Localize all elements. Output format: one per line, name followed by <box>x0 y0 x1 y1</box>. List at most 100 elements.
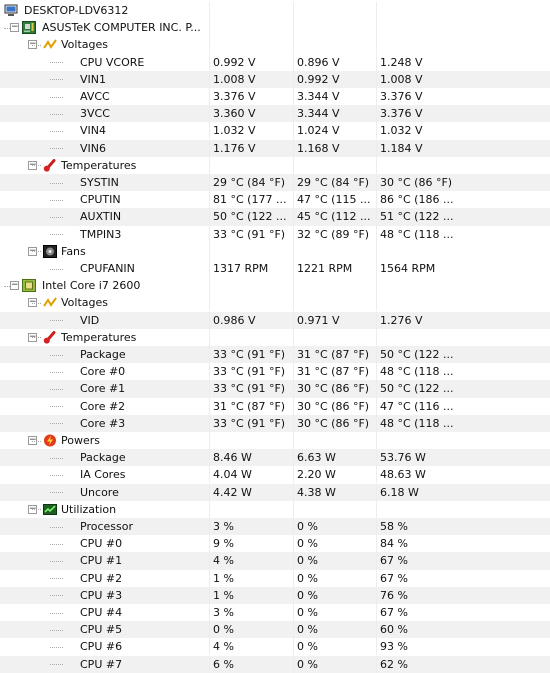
column-divider <box>209 432 210 449</box>
sensor-row[interactable]: CPU #5 0 % 0 % 60 % <box>0 621 550 639</box>
sensor-row[interactable]: CPU VCORE 0.992 V 0.896 V 1.248 V <box>0 53 550 71</box>
sensor-tree[interactable]: DESKTOP-LDV6312 − ASUSTeK COMPUTER INC. P.… <box>0 0 550 673</box>
sensor-row[interactable]: VID 0.986 V 0.971 V 1.276 V <box>0 311 550 329</box>
tree-node-device[interactable]: − Intel Core i7 2600 <box>0 277 550 295</box>
utilization-icon <box>43 503 57 516</box>
thermometer-icon <box>43 330 57 344</box>
column-divider <box>209 655 210 673</box>
column-divider <box>376 500 377 518</box>
computer-name-label: DESKTOP-LDV6312 <box>24 4 129 17</box>
tree-guide-line <box>32 251 41 253</box>
sensor-row[interactable]: IA Cores 4.04 W 2.20 W 48.63 W <box>0 466 550 484</box>
tree-node-sensor-group[interactable]: − Powers <box>0 432 550 449</box>
sensor-row[interactable]: 3VCC 3.360 V 3.344 V 3.376 V <box>0 105 550 123</box>
sensor-max: 30 °C (86 °F) <box>380 176 453 189</box>
sensor-row[interactable]: VIN1 1.008 V 0.992 V 1.008 V <box>0 70 550 88</box>
sensor-value: 1.032 V <box>213 124 256 138</box>
sensor-row[interactable]: CPU #7 6 % 0 % 62 % <box>0 655 550 673</box>
sensor-row[interactable]: CPU #1 4 % 0 % 67 % <box>0 552 550 570</box>
sensor-label: VIN1 <box>80 72 106 86</box>
sensor-min: 30 °C (86 °F) <box>297 416 370 430</box>
tree-node-sensor-group[interactable]: − Voltages <box>0 294 550 312</box>
collapse-toggle-icon[interactable]: − <box>10 23 19 33</box>
column-divider <box>209 328 210 346</box>
sensor-value: 1 % <box>213 571 234 585</box>
thermometer-icon <box>43 158 57 172</box>
sensor-value: 4 % <box>213 640 234 654</box>
tree-node-device[interactable]: − ASUSTeK COMPUTER INC. P... <box>0 19 550 37</box>
tree-guide-line <box>32 337 41 339</box>
power-icon <box>43 434 57 447</box>
sensor-label: CPU #3 <box>80 588 123 602</box>
column-divider <box>293 156 294 174</box>
sensor-label: Core #3 <box>80 416 126 430</box>
sensor-label: SYSTIN <box>80 176 119 189</box>
column-divider <box>376 328 377 346</box>
sensor-label: Package <box>80 451 126 465</box>
column-divider <box>209 208 210 226</box>
sensor-max: 67 % <box>380 571 408 585</box>
tree-node-computer[interactable]: DESKTOP-LDV6312 <box>0 2 550 19</box>
tree-node-sensor-group[interactable]: − Temperatures <box>0 328 550 346</box>
column-divider <box>209 346 210 363</box>
column-divider <box>209 586 210 604</box>
column-divider <box>376 242 377 260</box>
sensor-row[interactable]: CPU #6 4 % 0 % 93 % <box>0 638 550 656</box>
sensor-row[interactable]: Package 33 °C (91 °F) 31 °C (87 °F) 50 °C (… <box>0 346 550 364</box>
sensor-row[interactable]: Core #2 31 °C (87 °F) 30 °C (86 °F) 47 °C (… <box>0 397 550 415</box>
sensor-row[interactable]: VIN6 1.176 V 1.168 V 1.184 V <box>0 139 550 157</box>
column-divider <box>209 311 210 329</box>
tree-guide-line <box>50 320 63 322</box>
sensor-min: 0.896 V <box>297 55 340 69</box>
sensor-row[interactable]: CPU #4 3 % 0 % 67 % <box>0 604 550 621</box>
tree-node-sensor-group[interactable]: − Fans <box>0 242 550 260</box>
column-divider <box>209 397 210 415</box>
tree-node-sensor-group[interactable]: − Voltages <box>0 36 550 54</box>
sensor-row[interactable]: Core #1 33 °C (91 °F) 30 °C (86 °F) 50 °C (… <box>0 380 550 398</box>
column-divider <box>209 535 210 553</box>
sensor-max: 53.76 W <box>380 451 426 465</box>
voltage-icon <box>43 296 57 309</box>
sensor-row[interactable]: CPUFANIN 1317 RPM 1221 RPM 1564 RPM <box>0 260 550 277</box>
sensor-min: 30 °C (86 °F) <box>297 399 370 413</box>
sensor-row[interactable]: SYSTIN 29 °C (84 °F) 29 °C (84 °F) 30 °C (8… <box>0 174 550 192</box>
tree-node-sensor-group[interactable]: − Temperatures <box>0 156 550 174</box>
sensor-row[interactable]: CPU #2 1 % 0 % 67 % <box>0 569 550 587</box>
sensor-row[interactable]: VIN4 1.032 V 1.024 V 1.032 V <box>0 122 550 140</box>
sensor-row[interactable]: Processor 3 % 0 % 58 % <box>0 518 550 536</box>
column-divider <box>209 242 210 260</box>
sensor-row[interactable]: AVCC 3.376 V 3.344 V 3.376 V <box>0 88 550 105</box>
collapse-toggle-icon[interactable]: − <box>10 281 19 291</box>
sensor-max: 1564 RPM <box>380 262 436 275</box>
sensor-value: 0.986 V <box>213 313 256 327</box>
sensor-value: 33 °C (91 °F) <box>213 365 286 379</box>
tree-guide-line <box>50 182 63 184</box>
sensor-row[interactable]: CPUTIN 81 °C (177 ... 47 °C (115 ... 86 °C … <box>0 191 550 209</box>
sensor-label: CPU #7 <box>80 657 123 671</box>
sensor-value: 0 % <box>213 623 234 637</box>
sensor-row[interactable]: AUXTIN 50 °C (122 ... 45 °C (112 ... 51 °C … <box>0 208 550 226</box>
sensor-label: 3VCC <box>80 107 110 121</box>
sensor-row[interactable]: Uncore 4.42 W 4.38 W 6.18 W <box>0 483 550 501</box>
sensor-row[interactable]: TMPIN3 33 °C (91 °F) 32 °C (89 °F) 48 °C (1… <box>0 225 550 243</box>
sensor-row[interactable]: CPU #0 9 % 0 % 84 % <box>0 535 550 553</box>
sensor-row[interactable]: Core #0 33 °C (91 °F) 31 °C (87 °F) 48 °C (… <box>0 363 550 381</box>
sensor-min: 1.024 V <box>297 124 340 138</box>
sensor-label: Package <box>80 348 126 361</box>
column-divider <box>209 260 210 277</box>
column-divider <box>209 53 210 71</box>
sensor-max: 86 °C (186 ... <box>380 193 454 207</box>
sensor-row[interactable]: Package 8.46 W 6.63 W 53.76 W <box>0 449 550 467</box>
tree-guide-line <box>4 285 10 287</box>
sensor-label: VIN4 <box>80 124 106 138</box>
tree-node-sensor-group[interactable]: − Utilization <box>0 500 550 518</box>
sensor-row[interactable]: CPU #3 1 % 0 % 76 % <box>0 586 550 604</box>
column-divider <box>376 36 377 54</box>
sensor-value: 3.376 V <box>213 90 256 103</box>
column-divider <box>209 36 210 54</box>
sensor-min: 0 % <box>297 537 318 551</box>
sensor-label: CPUTIN <box>80 193 121 207</box>
sensor-label: CPUFANIN <box>80 262 135 275</box>
sensor-value: 33 °C (91 °F) <box>213 227 286 241</box>
sensor-row[interactable]: Core #3 33 °C (91 °F) 30 °C (86 °F) 48 °C (… <box>0 414 550 432</box>
